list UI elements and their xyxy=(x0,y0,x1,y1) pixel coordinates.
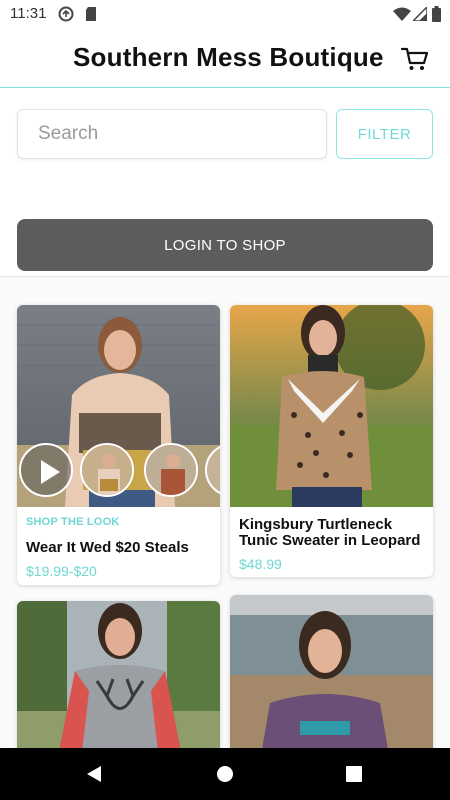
back-icon[interactable] xyxy=(85,765,103,783)
sync-icon xyxy=(58,6,74,22)
system-nav-bar xyxy=(0,748,450,800)
status-bar: 11:31 xyxy=(0,0,450,28)
product-card[interactable]: SHOP THE LOOK Wear It Wed $20 Steals $19… xyxy=(17,305,220,585)
look-thumb[interactable] xyxy=(144,443,198,497)
search-input[interactable] xyxy=(17,109,327,159)
product-price: $48.99 xyxy=(239,556,282,572)
battery-icon xyxy=(432,6,441,22)
product-card[interactable] xyxy=(17,601,220,761)
product-card[interactable] xyxy=(230,595,433,761)
product-image xyxy=(230,305,433,507)
look-thumb[interactable] xyxy=(80,443,134,497)
product-image xyxy=(230,595,433,761)
product-card[interactable]: Kingsbury Turtleneck Tunic Sweater in Le… xyxy=(230,305,433,577)
filter-button[interactable]: FILTER xyxy=(336,109,433,159)
app-header: Southern Mess Boutique xyxy=(0,28,450,88)
signal-icon xyxy=(413,7,427,21)
product-image xyxy=(17,601,220,761)
store-title: Southern Mess Boutique xyxy=(73,42,384,72)
wifi-icon xyxy=(393,7,411,21)
product-name: Wear It Wed $20 Steals xyxy=(26,539,189,556)
product-price: $19.99-$20 xyxy=(26,563,97,579)
cart-icon[interactable] xyxy=(400,44,430,74)
recents-icon[interactable] xyxy=(346,766,362,782)
sd-card-icon xyxy=(86,7,96,21)
product-tag: SHOP THE LOOK xyxy=(26,516,120,528)
product-name: Kingsbury Turtleneck Tunic Sweater in Le… xyxy=(239,516,421,549)
status-time: 11:31 xyxy=(10,5,47,22)
play-video-thumb[interactable] xyxy=(19,443,73,497)
login-to-shop-button[interactable]: LOGIN TO SHOP xyxy=(17,219,433,271)
home-icon[interactable] xyxy=(216,765,234,783)
